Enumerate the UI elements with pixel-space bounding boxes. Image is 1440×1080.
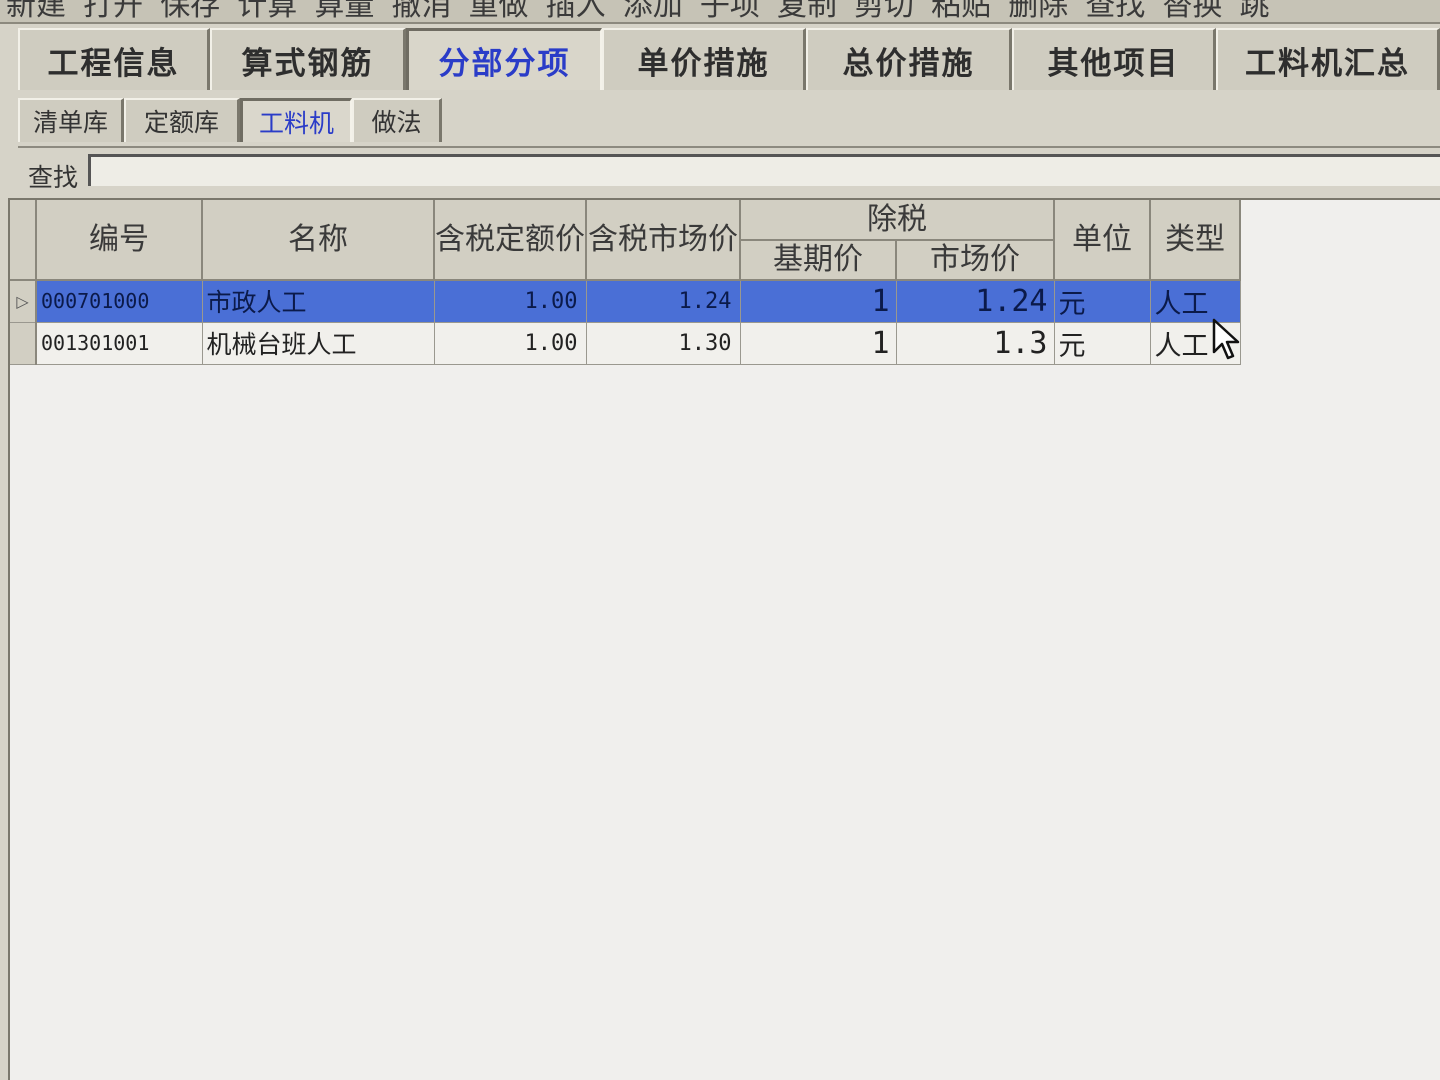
column-header-unit[interactable]: 单位	[1054, 200, 1151, 281]
tab-sub-items[interactable]: 分部分项	[406, 28, 602, 90]
cell-unit[interactable]: 元	[1054, 322, 1151, 365]
cell-code[interactable]: 000701000	[36, 280, 203, 323]
tab-labor-material-summary[interactable]: 工料机汇总	[1216, 28, 1440, 90]
row-indicator	[10, 322, 37, 365]
tab-total-price-measures[interactable]: 总价措施	[806, 28, 1012, 90]
table-row[interactable]: 001301001 机械台班人工 1.00 1.30 1 1.3 元 人工	[10, 322, 1241, 365]
material-grid: 编号 名称 含税定额价 含税市场价 除税 单位 类型 基期价 市场价 ▷ 000…	[10, 200, 1241, 365]
tab-project-info[interactable]: 工程信息	[18, 28, 210, 90]
toolbar-calculate-button[interactable]: 计算	[231, 0, 303, 21]
cell-tax-quota-price[interactable]: 1.00	[434, 322, 587, 365]
cell-tax-market-price[interactable]: 1.24	[586, 280, 741, 323]
column-header-market-price[interactable]: 市场价	[896, 240, 1055, 281]
cell-tax-market-price[interactable]: 1.30	[586, 322, 741, 365]
column-header-type[interactable]: 类型	[1150, 200, 1241, 281]
toolbar-replace-button[interactable]: 替换	[1156, 0, 1228, 21]
toolbar-jump-button[interactable]: 跳	[1234, 0, 1276, 21]
tab-other-items[interactable]: 其他项目	[1012, 28, 1216, 90]
column-header-tax-market-price[interactable]: 含税市场价	[586, 200, 741, 281]
subtab-labor-material-machine[interactable]: 工料机	[240, 98, 352, 142]
cell-code[interactable]: 001301001	[36, 322, 203, 365]
toolbar-new-button[interactable]: 新建	[0, 0, 72, 21]
toolbar-save-button[interactable]: 保存	[154, 0, 226, 21]
cell-base-price[interactable]: 1	[740, 322, 897, 365]
cell-base-price[interactable]: 1	[740, 280, 897, 323]
cell-tax-quota-price[interactable]: 1.00	[434, 280, 587, 323]
cell-market-price[interactable]: 1.24	[896, 280, 1055, 323]
application-window: 新建 打开 保存 计算 算量 撤消 重做 插入 添加 子项 复制 剪切 粘贴 删…	[0, 0, 1440, 1080]
toolbar-subitem-button[interactable]: 子项	[694, 0, 766, 21]
tab-unit-price-measures[interactable]: 单价措施	[602, 28, 806, 90]
cell-market-price[interactable]: 1.3	[896, 322, 1055, 365]
cell-name[interactable]: 市政人工	[202, 280, 435, 323]
row-pointer-icon: ▷	[10, 280, 37, 323]
column-header-base-price[interactable]: 基期价	[740, 240, 897, 281]
column-header-name[interactable]: 名称	[202, 200, 435, 281]
toolbar-open-button[interactable]: 打开	[77, 0, 149, 21]
column-header-tax-quota-price[interactable]: 含税定额价	[434, 200, 587, 281]
toolbar-copy-button[interactable]: 复制	[771, 0, 843, 21]
search-input[interactable]	[88, 154, 1440, 186]
toolbar-add-button[interactable]: 添加	[617, 0, 689, 21]
main-tab-bar: 工程信息 算式钢筋 分部分项 单价措施 总价措施 其他项目 工料机汇总	[18, 28, 1440, 92]
column-header-ex-tax-group: 除税	[740, 200, 1055, 241]
search-bar: 查找	[18, 146, 1440, 196]
search-label: 查找	[28, 163, 79, 192]
cell-name[interactable]: 机械台班人工	[202, 322, 435, 365]
table-row[interactable]: ▷ 000701000 市政人工 1.00 1.24 1 1.24 元 人工	[10, 280, 1241, 323]
toolbar-insert-button[interactable]: 插入	[540, 0, 612, 21]
toolbar-find-button[interactable]: 查找	[1079, 0, 1151, 21]
row-indicator-header	[10, 200, 37, 281]
subtab-quota-library[interactable]: 定额库	[124, 98, 240, 142]
toolbar-quantity-button[interactable]: 算量	[308, 0, 380, 21]
toolbar-delete-button[interactable]: 删除	[1002, 0, 1074, 21]
toolbar-paste-button[interactable]: 粘贴	[925, 0, 997, 21]
subtab-method[interactable]: 做法	[352, 98, 442, 142]
cell-type[interactable]: 人工	[1150, 280, 1241, 323]
toolbar-redo-button[interactable]: 重做	[463, 0, 535, 21]
toolbar: 新建 打开 保存 计算 算量 撤消 重做 插入 添加 子项 复制 剪切 粘贴 删…	[0, 0, 1440, 24]
tab-formula-rebar[interactable]: 算式钢筋	[210, 28, 406, 90]
subtab-bill-library[interactable]: 清单库	[18, 98, 124, 142]
cell-unit[interactable]: 元	[1054, 280, 1151, 323]
toolbar-cut-button[interactable]: 剪切	[848, 0, 920, 21]
column-header-code[interactable]: 编号	[36, 200, 203, 281]
mouse-pointer-icon	[1212, 318, 1240, 360]
toolbar-undo-button[interactable]: 撤消	[385, 0, 457, 21]
sub-tab-bar: 清单库 定额库 工料机 做法	[18, 98, 442, 142]
